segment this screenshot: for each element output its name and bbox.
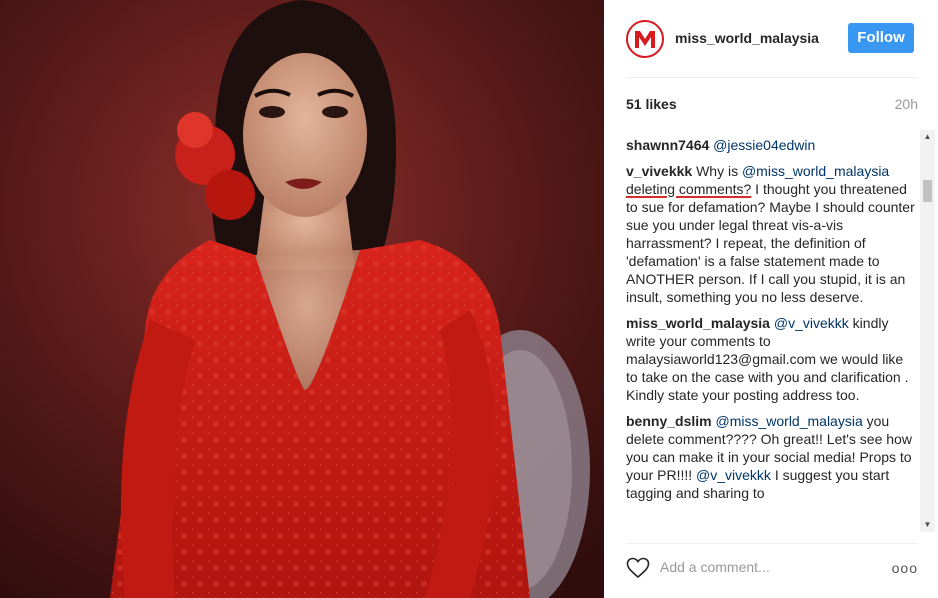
scroll-up-arrow-icon[interactable]: ▲	[920, 130, 935, 144]
highlighted-text: deleting comments?	[626, 181, 752, 197]
post-side-panel: miss_world_malaysia Follow 51 likes 20h …	[604, 0, 938, 598]
mention-link[interactable]: @jessie04edwin	[713, 137, 815, 153]
mention-link[interactable]: @v_vivekkk	[774, 315, 849, 331]
photo-illustration	[0, 0, 604, 598]
ellipsis-icon[interactable]: ooo	[892, 560, 918, 576]
comments-list[interactable]: shawnn7464 @jessie04edwin v_vivekkk Why i…	[626, 136, 918, 532]
comment-author[interactable]: miss_world_malaysia	[626, 315, 770, 331]
post-header: miss_world_malaysia Follow	[626, 0, 918, 78]
miss-world-logo-icon	[629, 23, 661, 55]
scroll-thumb[interactable]	[923, 180, 932, 202]
comments-scrollbar[interactable]: ▲ ▼	[920, 130, 935, 532]
follow-button[interactable]: Follow	[848, 23, 914, 53]
likes-count[interactable]: 51 likes	[626, 96, 677, 112]
scroll-down-arrow-icon[interactable]: ▼	[920, 518, 935, 532]
comment-text: Why is	[696, 163, 742, 179]
comment-item: miss_world_malaysia @v_vivekkk kindly wr…	[626, 314, 918, 404]
comment-item: benny_dslim @miss_world_malaysia you del…	[626, 412, 918, 502]
comment-author[interactable]: v_vivekkk	[626, 163, 692, 179]
mention-link[interactable]: @miss_world_malaysia	[742, 163, 889, 179]
heart-outline-icon[interactable]	[626, 557, 650, 579]
avatar[interactable]	[626, 20, 664, 58]
add-comment-input[interactable]	[660, 556, 880, 578]
comment-item: shawnn7464 @jessie04edwin	[626, 136, 918, 154]
mention-link[interactable]: @miss_world_malaysia	[715, 413, 862, 429]
mention-link[interactable]: @v_vivekkk	[696, 467, 771, 483]
likes-row: 51 likes 20h	[626, 96, 918, 116]
comment-item: v_vivekkk Why is @miss_world_malaysia de…	[626, 162, 918, 306]
comment-footer: ooo	[626, 543, 918, 598]
comment-author[interactable]: shawnn7464	[626, 137, 709, 153]
comment-text: I thought you threatened to sue for defa…	[626, 181, 915, 305]
post-timestamp[interactable]: 20h	[895, 96, 918, 112]
post-author-username[interactable]: miss_world_malaysia	[675, 30, 819, 46]
post-photo[interactable]	[0, 0, 604, 598]
comment-author[interactable]: benny_dslim	[626, 413, 712, 429]
